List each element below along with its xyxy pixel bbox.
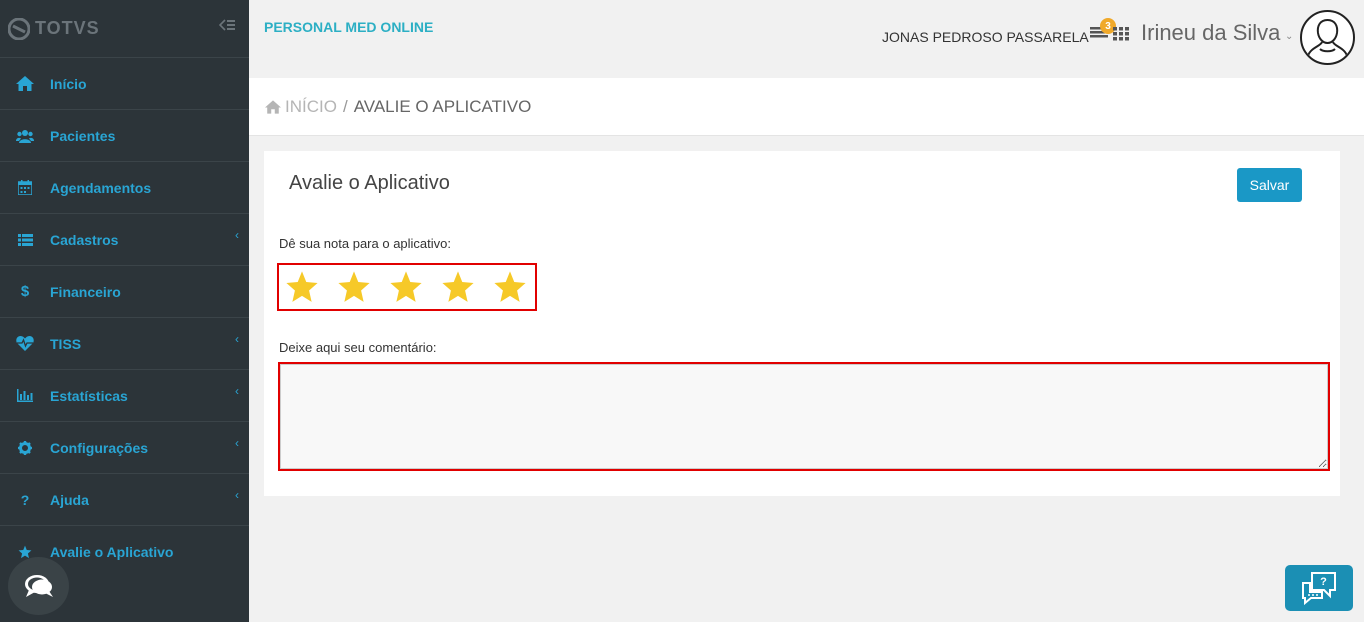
help-question-chat-icon: ? bbox=[1302, 572, 1336, 605]
chevron-left-icon: ‹ bbox=[235, 436, 239, 450]
users-icon bbox=[0, 129, 50, 143]
rating-star-3[interactable] bbox=[389, 270, 423, 304]
rating-star-1[interactable] bbox=[285, 270, 319, 304]
brand-logo[interactable]: TOTVS bbox=[8, 17, 100, 40]
user-menu-name[interactable]: Irineu da Silva bbox=[1141, 20, 1280, 46]
chevron-left-icon: ‹ bbox=[235, 384, 239, 398]
user-silhouette-icon bbox=[1307, 18, 1348, 57]
sidebar-item-estatisticas[interactable]: Estatísticas ‹ bbox=[0, 370, 249, 422]
sidebar-collapse-icon[interactable] bbox=[218, 18, 235, 35]
home-icon bbox=[265, 99, 281, 114]
sidebar-item-financeiro[interactable]: $ Financeiro bbox=[0, 266, 249, 318]
sidebar-item-label: Cadastros bbox=[50, 231, 119, 248]
sidebar-item-inicio[interactable]: Início bbox=[0, 58, 249, 110]
top-bar: PERSONAL MED ONLINE JONAS PEDROSO PASSAR… bbox=[249, 0, 1364, 78]
rating-form-card: Avalie o Aplicativo Salvar Dê sua nota p… bbox=[264, 151, 1340, 496]
brand-name: TOTVS bbox=[35, 18, 100, 38]
sidebar-item-label: Configurações bbox=[50, 439, 149, 456]
sidebar-nav: Início Pacientes Agendamentos Cadastros … bbox=[0, 58, 249, 578]
rating-label: Dê sua nota para o aplicativo: bbox=[279, 236, 451, 251]
sidebar: TOTVS Início Pacientes Agendamentos Cada… bbox=[0, 0, 249, 622]
sidebar-item-label: TISS bbox=[50, 335, 82, 352]
breadcrumb-home-label: INÍCIO bbox=[285, 96, 337, 116]
svg-text:?: ? bbox=[1320, 576, 1327, 588]
rating-star-4[interactable] bbox=[441, 270, 475, 304]
breadcrumb-current: AVALIE O APLICATIVO bbox=[353, 96, 532, 116]
gear-icon bbox=[0, 440, 50, 455]
dollar-icon: $ bbox=[20, 283, 30, 300]
breadcrumb-home[interactable]: INÍCIO bbox=[265, 97, 337, 117]
breadcrumb: INÍCIO / AVALIE O APLICATIVO bbox=[249, 78, 1364, 136]
star-rating bbox=[277, 263, 537, 311]
page-title: Avalie o Aplicativo bbox=[289, 172, 450, 194]
bar-chart-icon bbox=[0, 389, 50, 402]
list-icon bbox=[0, 233, 50, 246]
chat-bubbles-icon bbox=[24, 575, 53, 597]
sidebar-item-configuracoes[interactable]: Configurações ‹ bbox=[0, 422, 249, 474]
chevron-down-icon[interactable]: ⌄ bbox=[1285, 31, 1293, 42]
avatar[interactable] bbox=[1300, 10, 1355, 65]
comment-label: Deixe aqui seu comentário: bbox=[279, 340, 437, 355]
sidebar-item-label: Estatísticas bbox=[50, 387, 128, 404]
heartbeat-icon bbox=[0, 336, 50, 351]
totvs-logo-icon bbox=[8, 17, 30, 40]
breadcrumb-separator: / bbox=[342, 96, 348, 116]
sidebar-item-agendamentos[interactable]: Agendamentos bbox=[0, 162, 249, 214]
sidebar-item-label: Início bbox=[50, 75, 87, 92]
chevron-left-icon: ‹ bbox=[235, 228, 239, 242]
rating-star-5[interactable] bbox=[493, 270, 527, 304]
sidebar-item-tiss[interactable]: TISS ‹ bbox=[0, 318, 249, 370]
help-chat-button[interactable]: ? bbox=[1285, 565, 1353, 611]
sidebar-item-label: Financeiro bbox=[50, 283, 121, 300]
app-name: PERSONAL MED ONLINE bbox=[264, 19, 434, 35]
rating-star-2[interactable] bbox=[337, 270, 371, 304]
sidebar-item-ajuda[interactable]: ? Ajuda ‹ bbox=[0, 474, 249, 526]
question-icon: ? bbox=[20, 491, 30, 508]
save-button[interactable]: Salvar bbox=[1237, 168, 1302, 202]
sidebar-item-label: Pacientes bbox=[50, 127, 116, 144]
sidebar-item-pacientes[interactable]: Pacientes bbox=[0, 110, 249, 162]
sidebar-item-cadastros[interactable]: Cadastros ‹ bbox=[0, 214, 249, 266]
comment-highlight bbox=[278, 362, 1330, 471]
sidebar-item-label: Avalie o Aplicativo bbox=[50, 544, 174, 560]
chevron-left-icon: ‹ bbox=[235, 488, 239, 502]
sidebar-item-label: Agendamentos bbox=[50, 179, 152, 196]
sidebar-item-label: Ajuda bbox=[50, 491, 89, 508]
comment-textarea[interactable] bbox=[280, 364, 1328, 469]
chat-button[interactable] bbox=[8, 557, 69, 615]
calendar-icon bbox=[0, 180, 50, 195]
apps-grid-icon[interactable] bbox=[1113, 27, 1129, 46]
brand-bar: TOTVS bbox=[0, 0, 249, 58]
tenant-name[interactable]: JONAS PEDROSO PASSARELA bbox=[882, 29, 1089, 45]
home-icon bbox=[0, 76, 50, 91]
chevron-left-icon: ‹ bbox=[235, 332, 239, 346]
